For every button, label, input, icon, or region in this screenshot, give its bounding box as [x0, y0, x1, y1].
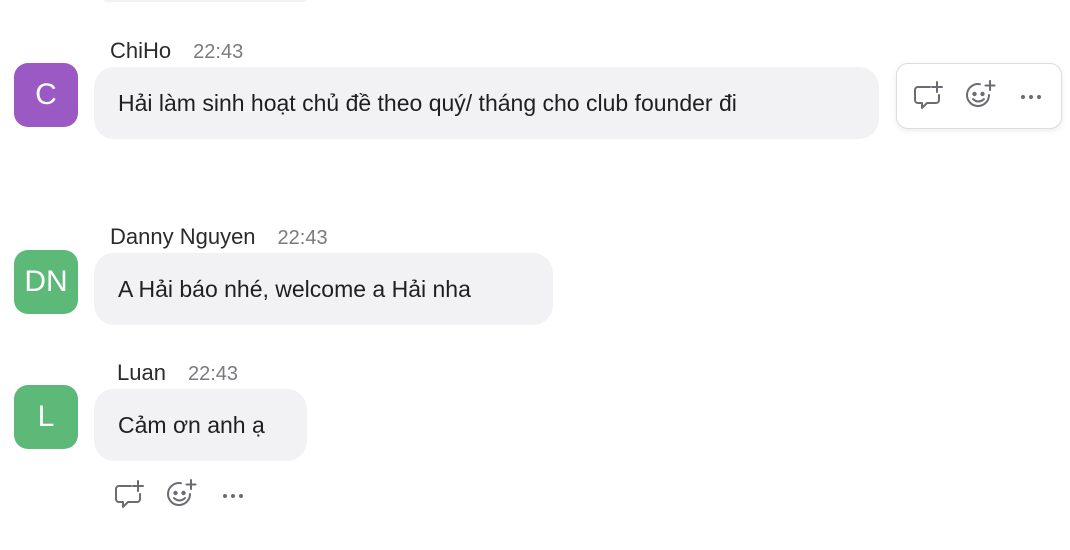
message-header: Danny Nguyen 22:43 — [110, 224, 328, 250]
message-timestamp: 22:43 — [193, 41, 244, 63]
message-timestamp: 22:43 — [187, 363, 239, 385]
chat-message-list: C ChiHo 22:43 Hải làm sinh hoạt chủ đề t… — [0, 0, 1070, 550]
message-timestamp: 22:43 — [277, 227, 328, 249]
sender-name[interactable]: ChiHo — [110, 38, 171, 64]
reply-in-thread-icon — [115, 480, 144, 508]
previous-message-bubble — [100, 0, 310, 2]
add-reaction-icon — [167, 479, 197, 506]
sender-name[interactable]: Luan — [117, 360, 166, 386]
add-reaction-icon — [966, 80, 996, 107]
add-reaction-button[interactable] — [961, 76, 1001, 116]
avatar[interactable]: C — [14, 63, 78, 127]
more-options-icon — [223, 494, 243, 498]
message-header: Luan 22:43 — [117, 360, 238, 386]
sender-name[interactable]: Danny Nguyen — [110, 224, 256, 250]
more-options-button[interactable] — [213, 475, 253, 515]
message-bubble: A Hải báo nhé, welcome a Hải nha — [94, 253, 553, 325]
add-reaction-button[interactable] — [162, 475, 202, 515]
avatar[interactable]: DN — [14, 250, 78, 314]
message-header: ChiHo 22:43 — [110, 38, 243, 64]
message-hover-toolbar — [896, 63, 1062, 129]
more-options-icon — [1021, 95, 1041, 99]
message-bubble: Cảm ơn anh ạ — [94, 389, 307, 461]
message-bubble: Hải làm sinh hoạt chủ đề theo quý/ tháng… — [94, 67, 879, 139]
reply-in-thread-button[interactable] — [110, 475, 150, 515]
avatar[interactable]: L — [14, 385, 78, 449]
reply-in-thread-icon — [914, 81, 943, 109]
more-options-button[interactable] — [1011, 76, 1051, 116]
reply-in-thread-button[interactable] — [909, 76, 949, 116]
